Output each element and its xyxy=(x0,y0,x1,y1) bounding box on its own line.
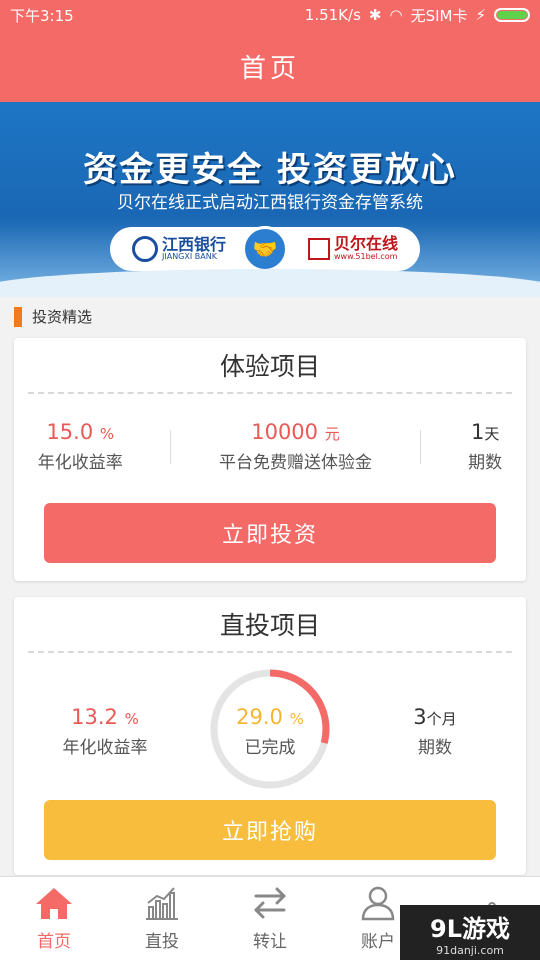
bluetooth-icon: ✱ xyxy=(368,6,382,24)
banner-headline: 资金更安全 投资更放心 xyxy=(83,150,457,190)
tab-direct[interactable]: 直投 xyxy=(108,877,216,960)
trial-rate: 15.0 % 年化收益率 xyxy=(37,420,123,473)
tab-home[interactable]: 首页 xyxy=(0,877,108,960)
trial-project-title: 体验项目 xyxy=(28,338,512,394)
jiangxi-bank-logo: 江西银行 JIANGXI BANK xyxy=(132,236,226,262)
site-watermark: 9L游戏 91danji.com xyxy=(400,905,540,960)
home-icon xyxy=(36,888,72,919)
divider xyxy=(419,430,421,464)
transfer-icon xyxy=(254,887,286,919)
beier-mark-icon xyxy=(307,238,330,260)
direct-project-card[interactable]: 直投项目 13.2 % 年化收益率 29.0 % 已完成 3个月 期数 立即抢购 xyxy=(14,597,526,875)
net-speed: 1.51K/s xyxy=(304,6,361,24)
buy-now-button[interactable]: 立即抢购 xyxy=(44,800,496,860)
jiangxi-bank-mark-icon xyxy=(132,236,158,262)
banner-wave xyxy=(0,269,540,297)
user-icon xyxy=(361,886,395,921)
partner-logos: 江西银行 JIANGXI BANK 🤝 贝尔在线 www.51bel.com xyxy=(110,226,420,272)
wifi-icon: ◠ xyxy=(389,6,403,24)
status-bar: 下午3:15 1.51K/s ✱ ◠ 无SIM卡 ⚡ xyxy=(0,0,540,30)
handshake-icon: 🤝 xyxy=(242,226,288,272)
divider xyxy=(170,430,172,464)
section-title: 投资精选 xyxy=(32,308,93,326)
direct-term: 3个月 期数 xyxy=(413,705,457,758)
trial-term: 1天 期数 xyxy=(468,420,503,473)
status-time: 下午3:15 xyxy=(10,6,74,25)
direct-project-title: 直投项目 xyxy=(28,597,512,653)
section-header: 投资精选 xyxy=(14,306,92,327)
promo-banner[interactable]: 资金更安全 投资更放心 贝尔在线正式启动江西银行资金存管系统 江西银行 JIAN… xyxy=(0,102,540,297)
section-marker xyxy=(14,306,22,327)
invest-now-button[interactable]: 立即投资 xyxy=(44,503,496,563)
tab-transfer[interactable]: 转让 xyxy=(216,877,324,960)
sim-status: 无SIM卡 xyxy=(410,6,468,25)
trial-bonus: 10000 元 平台免费赠送体验金 xyxy=(218,420,372,473)
direct-rate: 13.2 % 年化收益率 xyxy=(62,705,148,758)
banner-subtitle: 贝尔在线正式启动江西银行资金存管系统 xyxy=(117,193,423,213)
trial-project-card[interactable]: 体验项目 15.0 % 年化收益率 10000 元 平台免费赠送体验金 1天 期… xyxy=(14,338,526,581)
battery-icon xyxy=(494,8,530,22)
direct-progress: 29.0 % 已完成 xyxy=(236,705,304,758)
page-title: 首页 xyxy=(0,30,540,102)
charging-icon: ⚡ xyxy=(475,6,486,24)
beier-logo: 贝尔在线 www.51bel.com xyxy=(307,236,398,261)
bar-chart-icon xyxy=(146,887,178,920)
